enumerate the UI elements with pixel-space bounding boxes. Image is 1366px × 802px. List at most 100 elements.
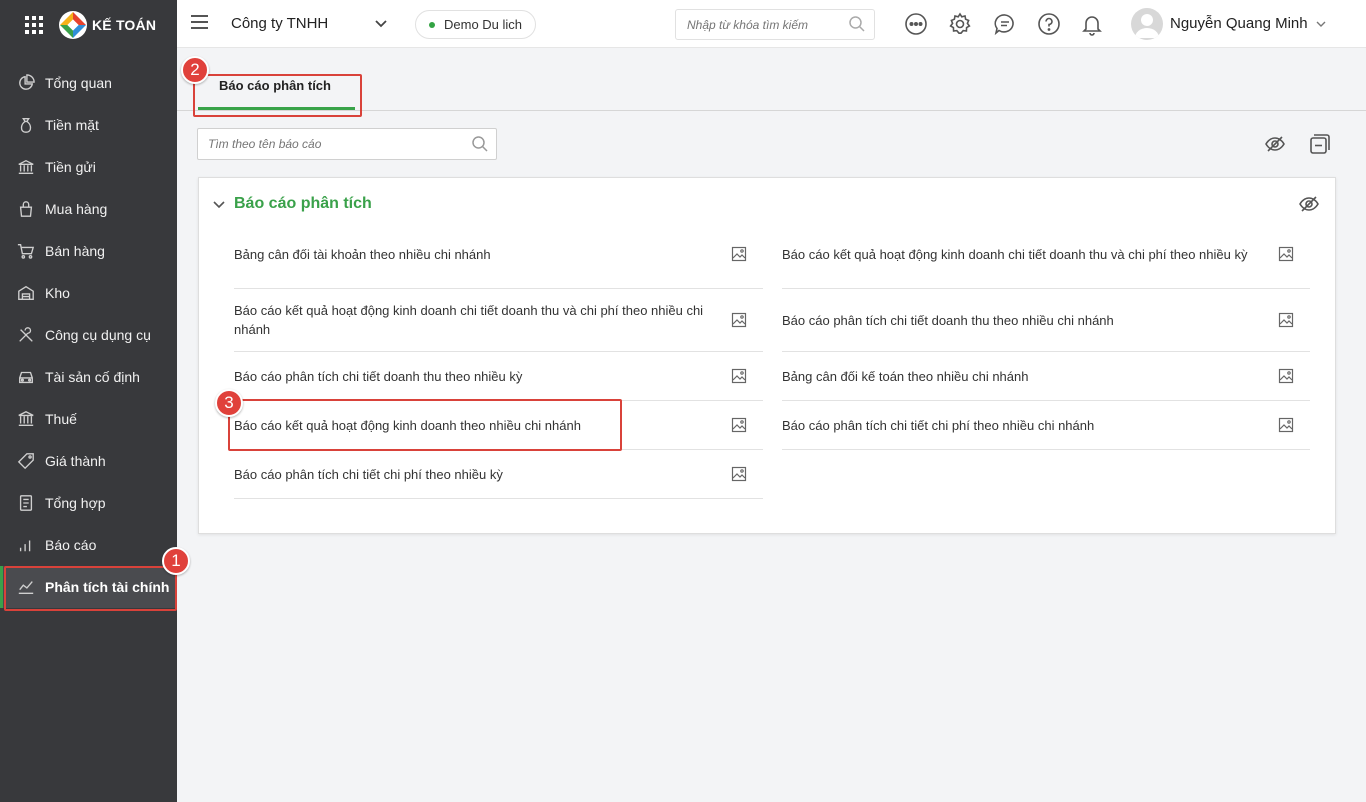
annotation-badge-step1: 1 <box>162 547 190 575</box>
report-title: Báo cáo kết quả hoạt động kinh doanh the… <box>234 417 581 433</box>
chevron-down-icon[interactable] <box>373 16 389 32</box>
image-icon[interactable] <box>1278 417 1294 433</box>
demo-database-pill[interactable]: Demo Du lich <box>415 10 537 39</box>
list-item[interactable]: Báo cáo kết quả hoạt động kinh doanh chi… <box>782 220 1310 289</box>
sidebar-item-tai-san[interactable]: Tài sản cố định <box>0 356 177 398</box>
top-header: Công ty TNHH Demo Du lich Nguyễn Quang M… <box>177 0 1366 48</box>
sidebar-item-cong-cu[interactable]: Công cụ dụng cụ <box>0 314 177 356</box>
report-title: Báo cáo kết quả hoạt động kinh doanh chi… <box>782 246 1248 262</box>
hide-icon[interactable] <box>1298 193 1320 215</box>
report-search-input[interactable] <box>197 128 497 160</box>
sidebar-item-label: Tài sản cố định <box>45 369 140 385</box>
sidebar-item-label: Thuế <box>45 411 77 427</box>
sidebar-item-label: Tổng hợp <box>45 495 106 511</box>
annotation-badge-step3: 3 <box>215 389 243 417</box>
line-chart-icon <box>16 577 36 597</box>
more-icon[interactable] <box>904 12 928 36</box>
list-item[interactable]: Báo cáo phân tích chi tiết chi phí theo … <box>782 401 1310 450</box>
report-title: Báo cáo phân tích chi tiết doanh thu the… <box>782 312 1114 328</box>
tab-bar: Báo cáo phân tích <box>177 48 1366 111</box>
search-icon[interactable] <box>848 15 866 33</box>
report-title: Báo cáo phân tích chi tiết chi phí theo … <box>234 466 503 482</box>
sidebar-item-label: Báo cáo <box>45 537 97 553</box>
ledger-icon <box>16 493 36 513</box>
chevron-down-icon[interactable] <box>212 198 226 212</box>
bell-icon[interactable] <box>1080 12 1104 36</box>
chat-icon[interactable] <box>993 12 1017 36</box>
brand-bar: KẾ TOÁN <box>0 0 177 50</box>
report-section-card: Báo cáo phân tích Bảng cân đối tài khoản… <box>198 177 1336 534</box>
image-icon[interactable] <box>1278 246 1294 262</box>
sidebar-item-thue[interactable]: Thuế <box>0 398 177 440</box>
sidebar-item-label: Giá thành <box>45 453 106 469</box>
active-tab-indicator <box>198 107 355 110</box>
section-title[interactable]: Báo cáo phân tích <box>234 195 372 213</box>
list-item[interactable]: Báo cáo kết quả hoạt động kinh doanh the… <box>234 401 763 450</box>
sidebar-item-tong-quan[interactable]: Tổng quan <box>0 62 177 104</box>
shopping-bag-icon <box>16 199 36 219</box>
global-search-input[interactable] <box>675 9 875 40</box>
image-icon[interactable] <box>731 312 747 328</box>
sidebar-item-tong-hop[interactable]: Tổng hợp <box>0 482 177 524</box>
image-icon[interactable] <box>731 466 747 482</box>
sidebar-item-gia-thanh[interactable]: Giá thành <box>0 440 177 482</box>
report-title: Bảng cân đối kế toán theo nhiều chi nhán… <box>782 368 1029 384</box>
brand-name: KẾ TOÁN <box>92 17 157 33</box>
institution-icon <box>16 409 36 429</box>
sidebar-nav: Tổng quan Tiền mặt Tiền gửi Mua hàng Bán… <box>0 62 177 608</box>
collapse-all-icon[interactable] <box>1309 133 1331 155</box>
sidebar-item-label: Tiền gửi <box>45 159 96 175</box>
report-title: Báo cáo phân tích chi tiết chi phí theo … <box>782 417 1095 433</box>
list-item[interactable]: Báo cáo phân tích chi tiết chi phí theo … <box>234 450 763 499</box>
chart-pie-icon <box>16 73 36 93</box>
report-title: Báo cáo kết quả hoạt động kinh doanh chi… <box>234 303 704 337</box>
report-title: Báo cáo phân tích chi tiết doanh thu the… <box>234 368 523 384</box>
list-item[interactable]: Báo cáo phân tích chi tiết doanh thu the… <box>782 289 1310 352</box>
warehouse-icon <box>16 283 36 303</box>
report-title: Bảng cân đối tài khoản theo nhiều chi nh… <box>234 246 491 262</box>
image-icon[interactable] <box>1278 312 1294 328</box>
sidebar-item-label: Phân tích tài chính <box>45 579 170 595</box>
sidebar-item-kho[interactable]: Kho <box>0 272 177 314</box>
tab-label: Báo cáo phân tích <box>219 78 331 93</box>
sidebar-item-label: Kho <box>45 285 70 301</box>
image-icon[interactable] <box>731 246 747 262</box>
sidebar-item-ban-hang[interactable]: Bán hàng <box>0 230 177 272</box>
tab-bao-cao-phan-tich[interactable]: Báo cáo phân tích <box>195 78 355 110</box>
annotation-badge-step2: 2 <box>181 56 209 84</box>
cart-icon <box>16 241 36 261</box>
list-item[interactable]: Báo cáo kết quả hoạt động kinh doanh chi… <box>234 289 763 352</box>
menu-icon[interactable] <box>191 15 208 33</box>
sidebar-item-tien-gui[interactable]: Tiền gửi <box>0 146 177 188</box>
sidebar-item-mua-hang[interactable]: Mua hàng <box>0 188 177 230</box>
image-icon[interactable] <box>731 368 747 384</box>
sidebar-item-tien-mat[interactable]: Tiền mặt <box>0 104 177 146</box>
sidebar-item-label: Bán hàng <box>45 243 105 259</box>
company-name[interactable]: Công ty TNHH <box>231 15 328 32</box>
list-item[interactable]: Bảng cân đối tài khoản theo nhiều chi nh… <box>234 220 763 289</box>
hide-icon[interactable] <box>1264 133 1286 155</box>
list-item[interactable]: Bảng cân đối kế toán theo nhiều chi nhán… <box>782 352 1310 401</box>
sidebar-item-label: Tổng quan <box>45 75 112 91</box>
tools-icon <box>16 325 36 345</box>
car-icon <box>16 367 36 387</box>
price-tag-icon <box>16 451 36 471</box>
app-grid-icon[interactable] <box>25 16 43 34</box>
sidebar-item-bao-cao[interactable]: Báo cáo <box>0 524 177 566</box>
chevron-down-icon[interactable] <box>1315 18 1327 30</box>
sidebar-item-label: Công cụ dụng cụ <box>45 327 151 343</box>
sidebar: KẾ TOÁN Tổng quan Tiền mặt Tiền gửi Mua … <box>0 0 177 802</box>
bank-icon <box>16 157 36 177</box>
brand-logo <box>59 11 87 39</box>
user-name[interactable]: Nguyễn Quang Minh <box>1170 15 1308 32</box>
sidebar-item-phan-tich-tai-chinh[interactable]: Phân tích tài chính <box>0 566 177 608</box>
image-icon[interactable] <box>1278 368 1294 384</box>
help-icon[interactable] <box>1037 12 1061 36</box>
sidebar-item-label: Mua hàng <box>45 201 108 217</box>
search-icon[interactable] <box>471 135 489 153</box>
list-item[interactable]: Báo cáo phân tích chi tiết doanh thu the… <box>234 352 763 401</box>
image-icon[interactable] <box>731 417 747 433</box>
avatar[interactable] <box>1131 8 1163 40</box>
gear-icon[interactable] <box>948 12 972 36</box>
bar-chart-icon <box>16 535 36 555</box>
